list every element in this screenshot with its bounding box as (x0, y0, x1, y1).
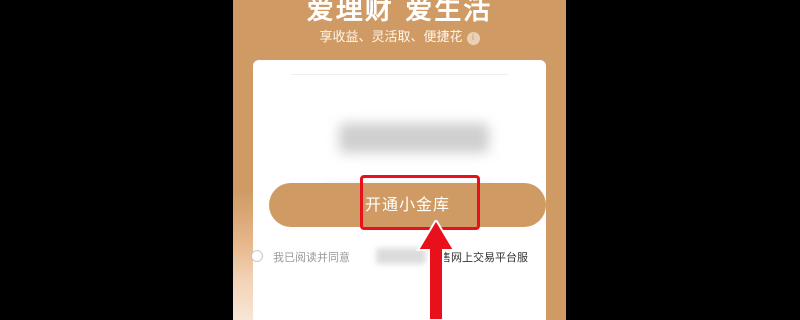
pointer-arrow-icon (416, 220, 456, 320)
subtitle-text: 享收益、灵活取、便捷花 (319, 30, 463, 45)
info-icon[interactable]: i (466, 32, 480, 45)
agreement-prefix: 我已阅读并同意 (273, 251, 350, 264)
page-headline: 爱理财 爱生活 (306, 0, 493, 26)
agreement-row: 我已阅读并同意 销售网上交易平台服 (251, 248, 551, 266)
card-divider (291, 74, 508, 75)
blurred-amount (339, 123, 489, 153)
agreement-radio[interactable] (251, 250, 263, 262)
page-subtitle: 享收益、灵活取、便捷花 i (233, 26, 566, 45)
phone-screen: 爱理财 爱生活 享收益、灵活取、便捷花 i 开通小金库 我已阅读并同意 销售网上交… (233, 0, 566, 320)
